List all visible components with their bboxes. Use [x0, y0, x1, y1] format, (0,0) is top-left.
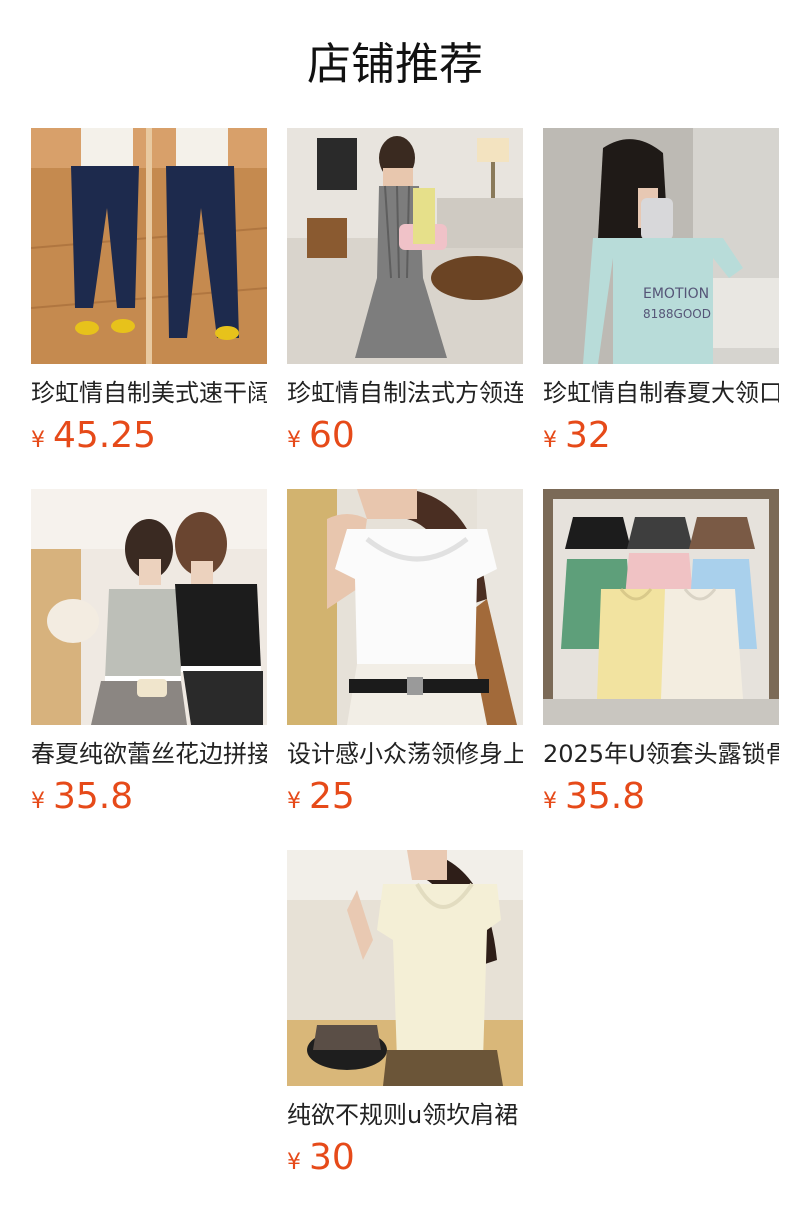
- product-image[interactable]: [287, 128, 523, 364]
- product-price: ¥30: [287, 1138, 523, 1178]
- product-card[interactable]: 2025年U领套头露锁骨上衣 ¥35.8: [543, 489, 779, 817]
- product-card[interactable]: 珍虹情自制美式速干阔腿裤 ¥45.25: [31, 128, 267, 456]
- svg-text:EMOTION: EMOTION: [643, 286, 709, 302]
- price-amount: 35.8: [565, 776, 646, 817]
- currency-symbol: ¥: [287, 428, 301, 453]
- product-price: ¥35.8: [543, 777, 779, 817]
- product-card[interactable]: 春夏纯欲蕾丝花边拼接背心 ¥35.8: [31, 489, 267, 817]
- product-price: ¥32: [543, 416, 779, 456]
- product-image[interactable]: [287, 850, 523, 1086]
- price-amount: 60: [309, 415, 355, 456]
- product-image[interactable]: [543, 489, 779, 725]
- currency-symbol: ¥: [287, 1150, 301, 1175]
- product-photo-cream-u-neck-top: [287, 850, 523, 1086]
- product-photo-navy-pants: [31, 128, 267, 364]
- price-amount: 25: [309, 776, 355, 817]
- product-photo-white-cowl-neck-top: [287, 489, 523, 725]
- price-amount: 32: [565, 415, 611, 456]
- product-image[interactable]: EMOTION 8188GOOD: [543, 128, 779, 364]
- product-photo-colour-knit-tops: [543, 489, 779, 725]
- product-grid: 珍虹情自制美式速干阔腿裤 ¥45.25: [31, 128, 779, 1178]
- product-photo-mint-long-sleeve-tee: EMOTION 8188GOOD: [543, 128, 779, 364]
- product-name[interactable]: 珍虹情自制法式方领连衣裙: [287, 378, 523, 408]
- product-image[interactable]: [31, 489, 267, 725]
- product-price: ¥35.8: [31, 777, 267, 817]
- product-price: ¥45.25: [31, 416, 267, 456]
- product-card[interactable]: 纯欲不规则u领坎肩裙 ¥30: [287, 850, 523, 1178]
- product-name[interactable]: 珍虹情自制美式速干阔腿裤: [31, 378, 267, 408]
- svg-text:8188GOOD: 8188GOOD: [643, 307, 711, 321]
- product-name[interactable]: 珍虹情自制春夏大领口长袖: [543, 378, 779, 408]
- currency-symbol: ¥: [543, 789, 557, 814]
- product-name[interactable]: 纯欲不规则u领坎肩裙: [287, 1100, 523, 1130]
- product-photo-lace-trim-tops: [31, 489, 267, 725]
- product-image[interactable]: [287, 489, 523, 725]
- currency-symbol: ¥: [287, 789, 301, 814]
- section-title: 店铺推荐: [307, 39, 483, 90]
- product-card[interactable]: 设计感小众荡领修身上衣 ¥25: [287, 489, 523, 817]
- product-photo-grey-knit-dress: [287, 128, 523, 364]
- product-price: ¥25: [287, 777, 523, 817]
- price-amount: 45.25: [53, 415, 157, 456]
- currency-symbol: ¥: [31, 789, 45, 814]
- price-amount: 30: [309, 1137, 355, 1178]
- currency-symbol: ¥: [543, 428, 557, 453]
- product-card[interactable]: 珍虹情自制法式方领连衣裙 ¥60: [287, 128, 523, 456]
- currency-symbol: ¥: [31, 428, 45, 453]
- product-name[interactable]: 2025年U领套头露锁骨上衣: [543, 739, 779, 769]
- product-card[interactable]: EMOTION 8188GOOD 珍虹情自制春夏大领口长袖 ¥32: [543, 128, 779, 456]
- product-name[interactable]: 设计感小众荡领修身上衣: [287, 739, 523, 769]
- product-name[interactable]: 春夏纯欲蕾丝花边拼接背心: [31, 739, 267, 769]
- product-image[interactable]: [31, 128, 267, 364]
- product-price: ¥60: [287, 416, 523, 456]
- price-amount: 35.8: [53, 776, 134, 817]
